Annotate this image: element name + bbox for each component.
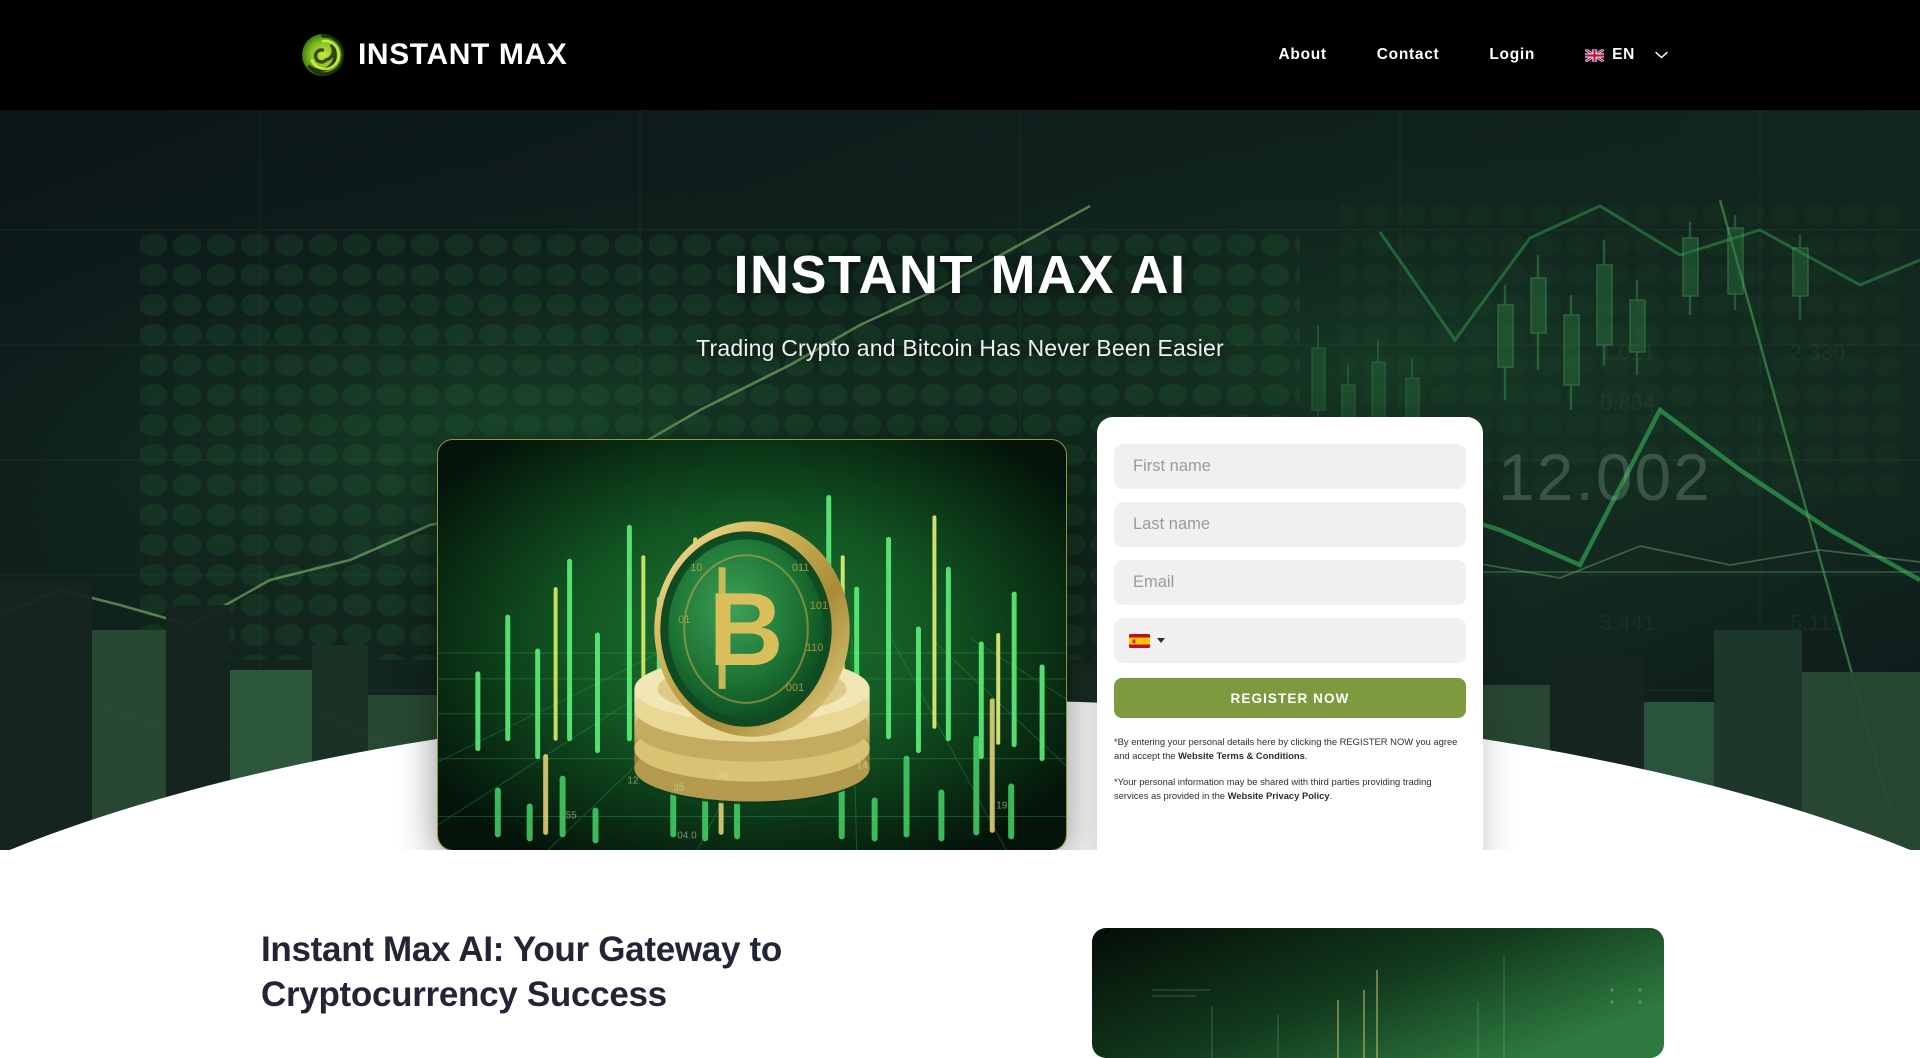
svg-text:011: 011 xyxy=(792,562,809,574)
svg-text:10: 10 xyxy=(690,562,702,574)
svg-text:55: 55 xyxy=(566,810,578,821)
terms-and-conditions-link[interactable]: Website Terms & Conditions xyxy=(1178,750,1305,761)
lower-content-section: Instant Max AI: Your Gateway to Cryptocu… xyxy=(0,850,1920,1058)
caret-down-icon xyxy=(1157,638,1165,643)
svg-text:08: 08 xyxy=(717,771,729,782)
svg-text:01: 01 xyxy=(678,614,690,626)
svg-text:04.0: 04.0 xyxy=(677,830,697,841)
nav-link-about[interactable]: About xyxy=(1254,46,1352,64)
hero-title: INSTANT MAX AI xyxy=(733,245,1187,305)
email-input[interactable] xyxy=(1114,560,1466,605)
spain-flag-icon xyxy=(1129,633,1150,648)
hero-image: B 011 101 110 001 10 01 12 35 08 14 55 19 04.0 xyxy=(437,439,1067,850)
legal-privacy-text: *Your personal information may be shared… xyxy=(1114,775,1466,802)
brand-logo[interactable]: INSTANT MAX xyxy=(300,32,567,78)
svg-text:12: 12 xyxy=(627,776,639,787)
register-now-button[interactable]: REGISTER NOW xyxy=(1114,678,1466,718)
legal-terms-suffix: . xyxy=(1304,749,1308,761)
nav-link-login[interactable]: Login xyxy=(1464,46,1560,64)
dark-green-chart-panel xyxy=(1092,928,1664,1058)
svg-text:14: 14 xyxy=(857,761,869,772)
first-name-input[interactable] xyxy=(1114,444,1466,489)
main-navigation: About Contact Login EN xyxy=(1254,0,1668,110)
spiral-logo-icon xyxy=(302,34,345,76)
chevron-down-icon xyxy=(1655,51,1668,59)
lower-section-image xyxy=(1092,928,1664,1058)
registration-form[interactable]: REGISTER NOW *By entering your personal … xyxy=(1097,417,1483,850)
uk-flag-icon xyxy=(1585,48,1605,62)
svg-text:101: 101 xyxy=(810,600,828,612)
svg-text:110: 110 xyxy=(806,642,823,654)
language-code: EN xyxy=(1612,46,1635,63)
bitcoin-coin-illustration: B 011101 110001 1001 1235 0814 5519 04.0 xyxy=(438,440,1066,850)
nav-link-contact[interactable]: Contact xyxy=(1352,46,1465,64)
language-selector[interactable]: EN xyxy=(1560,46,1668,64)
legal-privacy-suffix: . xyxy=(1329,789,1333,801)
last-name-input[interactable] xyxy=(1114,502,1466,547)
hero-section: 12.002 1.021 0.884 3.441 2.330 5.118 INS… xyxy=(0,110,1920,850)
legal-terms-text: *By entering your personal details here … xyxy=(1114,735,1466,762)
hero-subtitle: Trading Crypto and Bitcoin Has Never Bee… xyxy=(696,335,1224,361)
svg-text:001: 001 xyxy=(786,682,804,694)
privacy-policy-link[interactable]: Website Privacy Policy xyxy=(1228,790,1330,801)
brand-name: INSTANT MAX xyxy=(358,38,568,71)
svg-text:35: 35 xyxy=(673,783,685,794)
lower-section-heading: Instant Max AI: Your Gateway to Cryptocu… xyxy=(261,930,782,1014)
phone-country-selector[interactable] xyxy=(1114,618,1466,663)
svg-text:19: 19 xyxy=(996,800,1008,811)
site-header: INSTANT MAX About Contact Login EN xyxy=(0,0,1920,110)
